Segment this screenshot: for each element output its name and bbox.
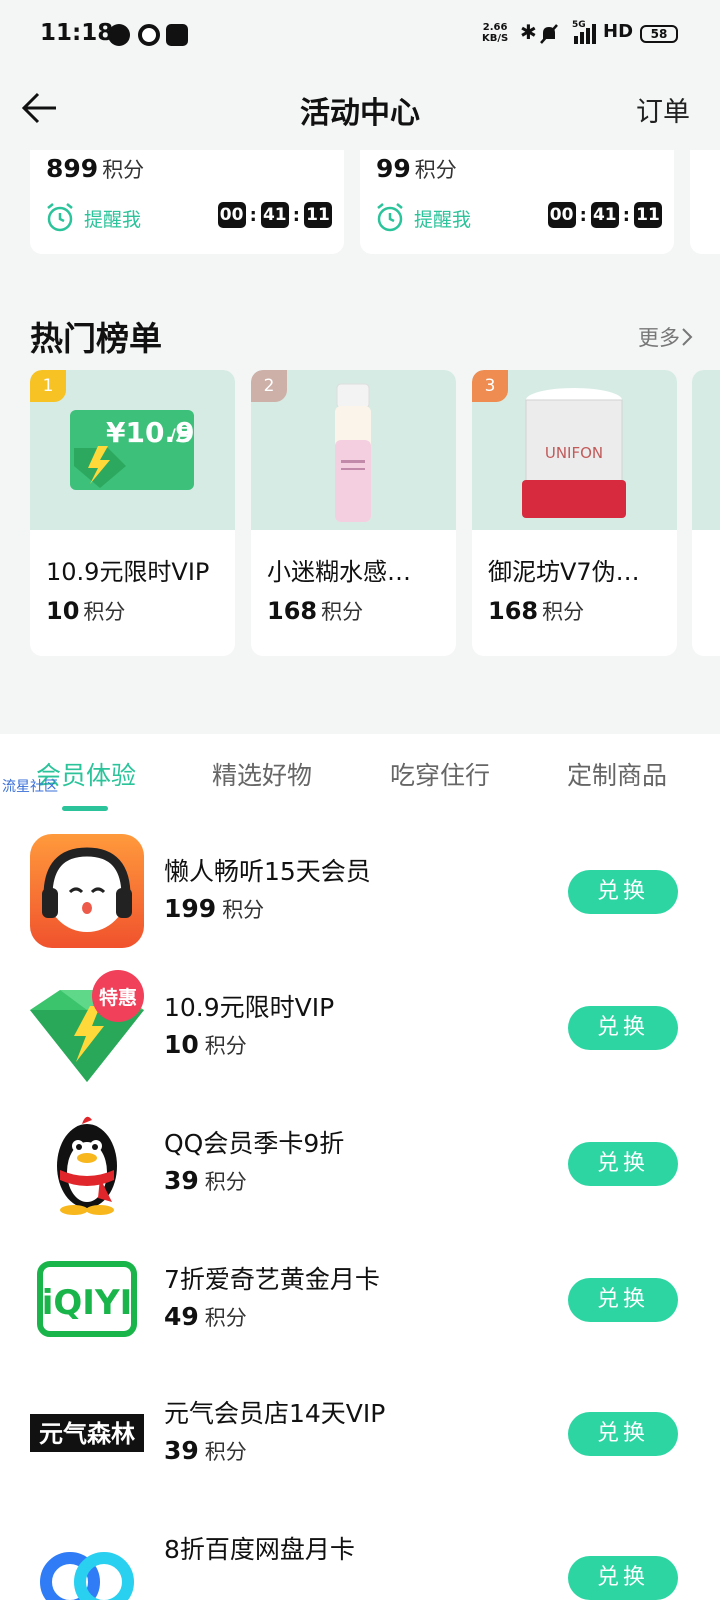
hot-item-card[interactable]: ¥10.9 /月 1 10.9元限时VIP 10 积分 bbox=[30, 370, 235, 656]
flash-points: 899 积分 bbox=[46, 154, 145, 183]
item-name: 7折爱奇艺黄金月卡 bbox=[164, 1265, 380, 1294]
hot-item-card[interactable]: UNIFON 3 御泥坊V7伪… 168 积分 bbox=[472, 370, 677, 656]
diamond-special-icon: 特惠 bbox=[30, 970, 144, 1082]
vip-period-text: /月 bbox=[170, 425, 192, 444]
tab-lifestyle[interactable]: 吃穿住行 bbox=[390, 756, 490, 792]
item-points: 39 积分 bbox=[164, 1436, 247, 1465]
tab-custom-goods[interactable]: 定制商品 bbox=[567, 756, 667, 792]
list-item: iQIYI 7折爱奇艺黄金月卡 49 积分 兑换 bbox=[0, 1242, 720, 1372]
more-link[interactable]: 更多 bbox=[638, 322, 680, 352]
chevron-right-icon[interactable] bbox=[680, 326, 694, 348]
qq-penguin-icon bbox=[57, 1116, 117, 1215]
redeem-button[interactable]: 兑换 bbox=[568, 1006, 678, 1050]
genki-logo-text: 元气森林 bbox=[39, 1420, 135, 1448]
hot-item-name: 御泥坊V7伪… bbox=[488, 558, 640, 586]
watermark: 流星社区 bbox=[2, 779, 58, 795]
hot-item-name: 10.9元限时VIP bbox=[46, 558, 210, 586]
timer-minutes: 41 bbox=[260, 202, 289, 228]
rank-badge: 3 bbox=[472, 370, 508, 402]
hot-item-card-partial[interactable] bbox=[692, 370, 720, 656]
redeem-button[interactable]: 兑换 bbox=[568, 1142, 678, 1186]
active-tab-indicator bbox=[62, 806, 108, 811]
genki-forest-logo-icon: 元气森林 bbox=[30, 1414, 144, 1452]
item-name: 元气会员店14天VIP bbox=[164, 1399, 386, 1428]
redeem-button[interactable]: 兑换 bbox=[568, 1556, 678, 1600]
flash-sale-card[interactable]: 899 积分 提醒我 00: 41: 11 bbox=[30, 150, 344, 254]
hot-item-points: 10 积分 bbox=[46, 597, 126, 625]
status-bar: 11:18 2.66 KB/S ✱ 5G HD 58 bbox=[0, 0, 720, 68]
special-offer-badge: 特惠 bbox=[99, 987, 137, 1009]
timer-hours: 00 bbox=[217, 202, 246, 228]
redeem-button[interactable]: 兑换 bbox=[568, 870, 678, 914]
remind-label: 提醒我 bbox=[84, 208, 142, 231]
item-name: QQ会员季卡9折 bbox=[164, 1129, 345, 1158]
rank-badge: 1 bbox=[30, 370, 66, 402]
rank-badge: 2 bbox=[251, 370, 287, 402]
category-panel: 会员体验 精选好物 吃穿住行 定制商品 流星社区 懒人畅听15天会员 199 积分… bbox=[0, 734, 720, 1600]
headphones-app-icon bbox=[30, 834, 144, 948]
brand-text: UNIFON bbox=[545, 444, 603, 462]
remind-me-button[interactable]: 提醒我 bbox=[374, 202, 471, 234]
hot-item-points: 168 积分 bbox=[267, 597, 364, 625]
item-points: 49 积分 bbox=[164, 1302, 247, 1331]
item-points: 199 积分 bbox=[164, 894, 265, 923]
item-name: 懒人畅听15天会员 bbox=[164, 857, 371, 886]
iqiyi-logo-icon: iQIYI bbox=[37, 1261, 137, 1337]
item-points: 10 积分 bbox=[164, 1030, 247, 1059]
tab-selected-goods[interactable]: 精选好物 bbox=[212, 756, 312, 792]
notification-icon bbox=[108, 24, 130, 46]
hot-list-title: 热门榜单 bbox=[30, 319, 162, 358]
iqiyi-logo-text: iQIYI bbox=[42, 1283, 132, 1323]
baidu-netdisk-icon bbox=[40, 1552, 134, 1600]
list-item: 懒人畅听15天会员 199 积分 兑换 bbox=[0, 834, 720, 964]
signal-icon: 5G bbox=[572, 20, 596, 44]
item-name: 8折百度网盘月卡 bbox=[164, 1535, 355, 1564]
redeem-button[interactable]: 兑换 bbox=[568, 1278, 678, 1322]
message-notification-icon bbox=[166, 24, 188, 46]
network-speed: 2.66 KB/S bbox=[482, 22, 509, 44]
alarm-clock-icon bbox=[377, 203, 403, 232]
hd-indicator: HD bbox=[603, 21, 634, 42]
bluetooth-icon: ✱ bbox=[520, 20, 537, 44]
redeem-button[interactable]: 兑换 bbox=[568, 1412, 678, 1456]
timer-hours: 00 bbox=[547, 202, 576, 228]
page-title: 活动中心 bbox=[300, 96, 420, 131]
remind-me-button[interactable]: 提醒我 bbox=[44, 202, 141, 234]
flash-sale-card-partial[interactable] bbox=[690, 150, 720, 254]
countdown-timer: 00: 41: 11 bbox=[547, 202, 662, 228]
timer-seconds: 11 bbox=[634, 202, 662, 228]
timer-seconds: 11 bbox=[304, 202, 332, 228]
list-item: 元气森林 元气会员店14天VIP 39 积分 兑换 bbox=[0, 1376, 720, 1506]
category-tabs: 会员体验 精选好物 吃穿住行 定制商品 流星社区 bbox=[0, 734, 720, 814]
item-points: 39 积分 bbox=[164, 1166, 247, 1195]
list-item: 8折百度网盘月卡 兑换 bbox=[0, 1512, 720, 1600]
orders-link[interactable]: 订单 bbox=[636, 90, 690, 129]
alarm-clock-icon bbox=[47, 203, 73, 232]
list-item: QQ会员季卡9折 39 积分 兑换 bbox=[0, 1106, 720, 1236]
countdown-timer: 00: 41: 11 bbox=[217, 202, 332, 228]
header: 活动中心 订单 bbox=[0, 70, 720, 150]
hot-item-name: 小迷糊水感… bbox=[267, 558, 411, 586]
timer-minutes: 41 bbox=[590, 202, 619, 228]
item-name: 10.9元限时VIP bbox=[164, 993, 335, 1022]
flash-sale-card[interactable]: 99 积分 提醒我 00: 41: 11 bbox=[360, 150, 674, 254]
status-time: 11:18 bbox=[40, 20, 114, 46]
product-image bbox=[692, 370, 720, 530]
hot-item-card[interactable]: 2 小迷糊水感… 168 积分 bbox=[251, 370, 456, 656]
hot-item-points: 168 积分 bbox=[488, 597, 585, 625]
battery-icon: 58 bbox=[640, 25, 678, 43]
mute-bell-icon bbox=[540, 24, 558, 44]
remind-label: 提醒我 bbox=[414, 208, 472, 231]
flash-points: 99 积分 bbox=[376, 154, 457, 183]
list-item: 特惠 10.9元限时VIP 10 积分 兑换 bbox=[0, 970, 720, 1100]
app-notification-icon bbox=[138, 24, 160, 46]
